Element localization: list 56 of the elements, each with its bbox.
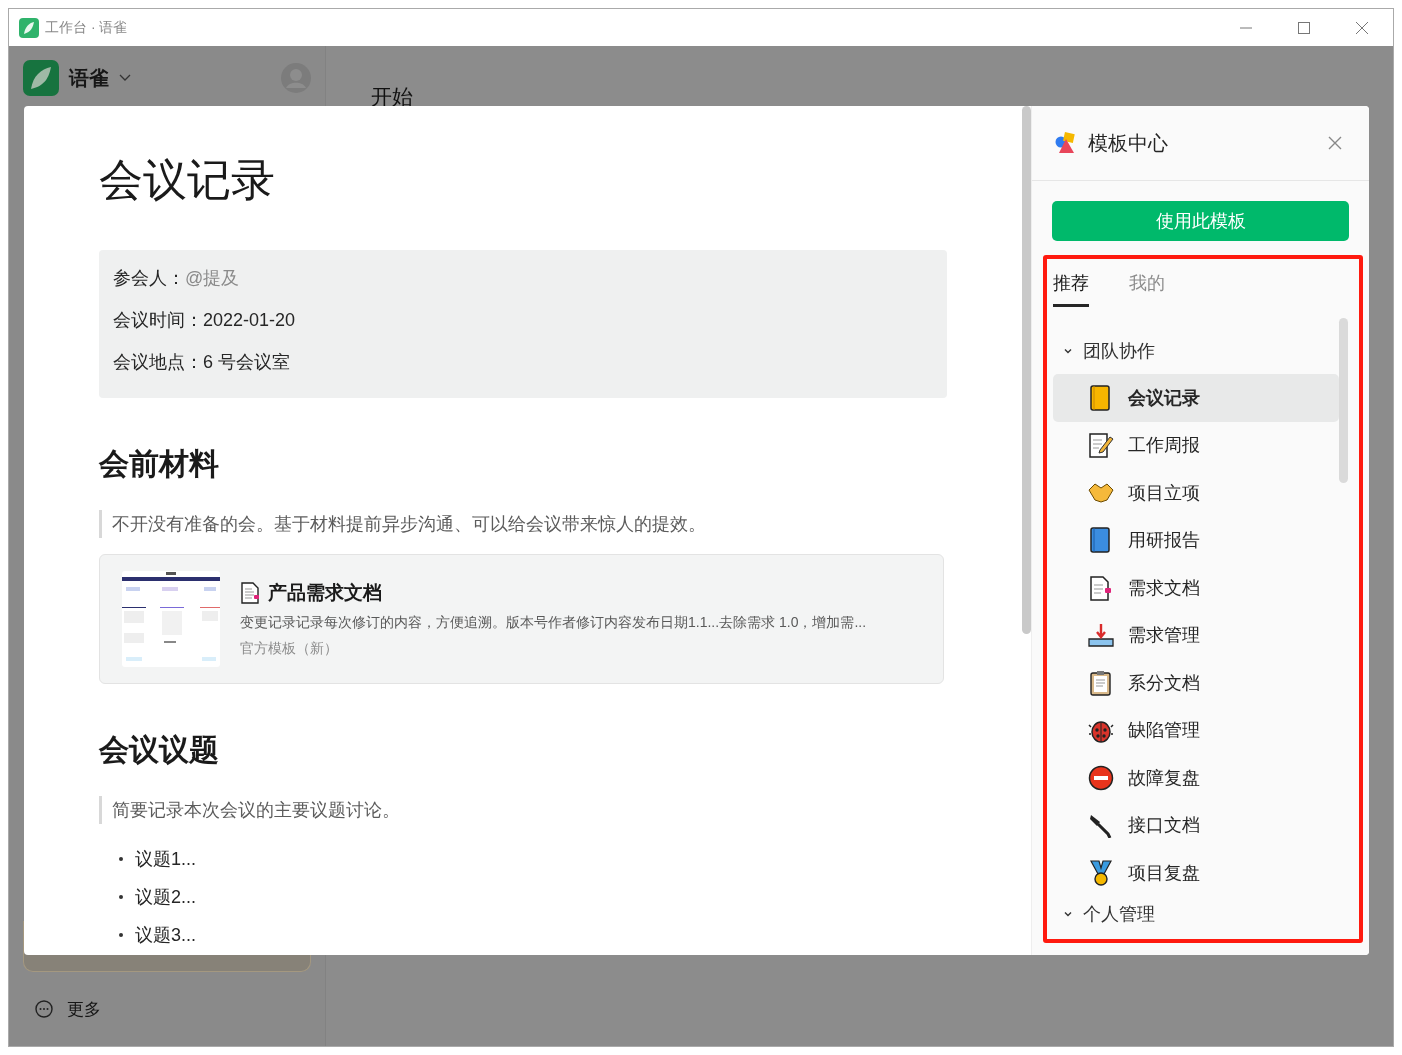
template-item[interactable]: 用研报告: [1053, 516, 1339, 564]
scrollbar-thumb[interactable]: [1339, 318, 1348, 483]
template-item[interactable]: 缺陷管理: [1053, 706, 1339, 754]
info-line: 参会人：@提及: [113, 267, 241, 290]
info-line: 会议时间：2022-01-20: [113, 309, 297, 332]
app-logo-icon: [23, 60, 59, 96]
template-item[interactable]: 会议记录: [1053, 374, 1339, 422]
scrollbar-thumb[interactable]: [1022, 106, 1031, 634]
list-item: 议题1...: [135, 848, 196, 871]
template-item[interactable]: 需求管理: [1053, 611, 1339, 659]
document-icon: [240, 582, 260, 604]
close-icon[interactable]: [1355, 20, 1369, 35]
card-title: 产品需求文档: [268, 581, 382, 605]
section-heading: 会议议题: [99, 732, 220, 768]
card-description: 变更记录记录每次修订的内容，方便追溯。版本号作者修订内容发布日期1.1...去除需求 1.0，增加需...: [240, 614, 867, 632]
chevron-down-icon[interactable]: [119, 74, 131, 82]
group-header[interactable]: 个人管理: [1053, 896, 1339, 932]
document-title: 会议记录: [99, 154, 276, 206]
bullet-icon: [119, 933, 123, 937]
template-item[interactable]: 项目复盘: [1053, 849, 1339, 897]
page-heading: 开始: [371, 86, 414, 108]
chevron-icon: [1063, 909, 1073, 919]
template-icon: [1088, 432, 1114, 459]
template-item[interactable]: 项目立项: [1053, 469, 1339, 517]
template-logo-icon: [1054, 131, 1078, 155]
maximize-icon[interactable]: [1297, 20, 1311, 35]
template-icon: [1088, 859, 1114, 886]
more-button[interactable]: 更多: [23, 972, 311, 1046]
panel-title: 模板中心: [1088, 130, 1168, 156]
template-icon: [1088, 669, 1114, 696]
template-icon: [1088, 764, 1114, 791]
template-card[interactable]: 产品需求文档 变更记录记录每次修订的内容，方便追溯。版本号作者修订内容发布日期1.1...去除需求 1.0，增加需... 官方模板（新）: [99, 554, 944, 684]
template-item[interactable]: 系分文档: [1053, 659, 1339, 707]
info-line: 会议地点：6 号会议室: [113, 351, 291, 374]
card-meta: 官方模板（新）: [240, 640, 339, 658]
tab[interactable]: 推荐: [1053, 271, 1089, 307]
more-icon: [35, 1000, 53, 1018]
template-item[interactable]: 接口文档: [1053, 801, 1339, 849]
close-icon[interactable]: [1327, 135, 1343, 151]
template-item[interactable]: 需求文档: [1053, 564, 1339, 612]
list-item: 议题3...: [135, 924, 196, 947]
template-icon: [1088, 574, 1114, 601]
section-heading: 会前材料: [99, 446, 220, 482]
template-icon: [1088, 812, 1114, 839]
bullet-icon: [119, 857, 123, 861]
quote-text: 简要记录本次会议的主要议题讨论。: [99, 796, 947, 824]
bullet-icon: [119, 895, 123, 899]
quote-text: 不开没有准备的会。基于材料提前异步沟通、可以给会议带来惊人的提效。: [99, 510, 947, 538]
list-item: 议题2...: [135, 886, 196, 909]
template-icon: [1088, 622, 1114, 649]
template-item[interactable]: 工作周报: [1053, 421, 1339, 469]
brand-name[interactable]: 语雀: [69, 64, 109, 92]
template-item[interactable]: 故障复盘: [1053, 754, 1339, 802]
app-logo-icon: [19, 17, 39, 38]
window-title: 工作台 · 语雀: [45, 18, 128, 37]
group-header[interactable]: 团队协作: [1053, 333, 1339, 368]
